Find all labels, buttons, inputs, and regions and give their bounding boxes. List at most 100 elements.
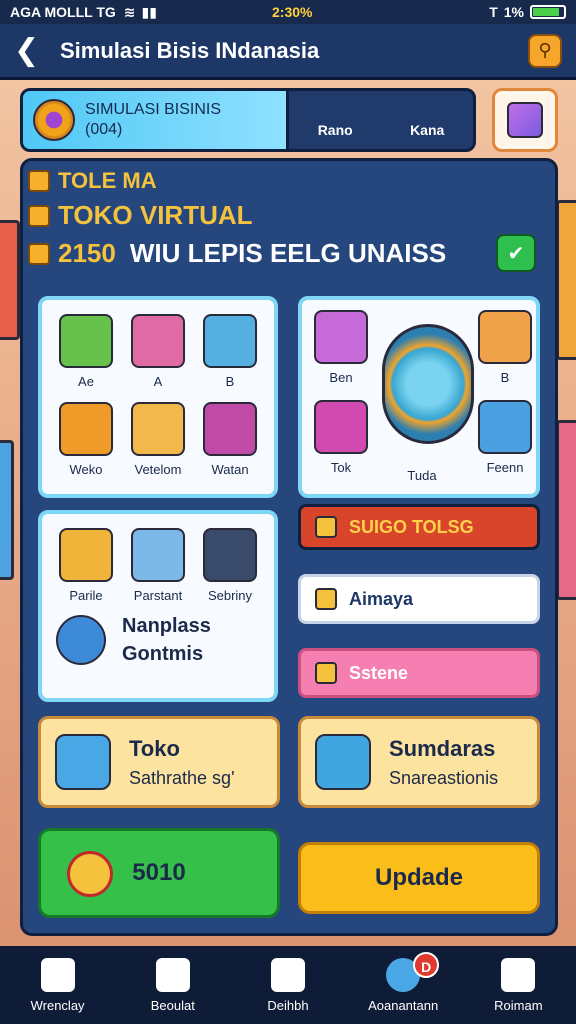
watch-icon[interactable] bbox=[382, 324, 474, 444]
profile-icon bbox=[501, 957, 536, 992]
notification-badge: D bbox=[413, 951, 440, 978]
grid-item[interactable]: A bbox=[122, 310, 194, 398]
page-title: Simulasi Bisis INdanasia bbox=[60, 37, 320, 63]
score-button[interactable]: 5010 bbox=[38, 828, 280, 918]
grid-item[interactable]: Parstant bbox=[122, 524, 194, 612]
sumdaras-subtitle: Snareastionis bbox=[389, 767, 499, 788]
flag-icon bbox=[28, 170, 50, 192]
nav-item-chat[interactable]: D Aoanantann bbox=[353, 951, 453, 1013]
tab-rano[interactable]: Rano bbox=[318, 122, 353, 138]
upgrade-button[interactable]: Updade bbox=[298, 842, 540, 914]
grid-item[interactable]: Ben bbox=[306, 306, 376, 394]
tag-icon bbox=[28, 204, 50, 227]
phone-icon bbox=[203, 528, 257, 582]
item-card-3: Parile Parstant Sebriny Nanplass Gontmis bbox=[38, 510, 278, 702]
upgrade-label: Updade bbox=[374, 864, 463, 891]
bus-icon bbox=[131, 314, 185, 368]
banner-subtitle: (004) bbox=[85, 121, 123, 138]
info-line-1: TOLE MA bbox=[28, 168, 157, 194]
info-line-3-text: WIU LEPIS EELG UNAISS bbox=[129, 238, 447, 268]
grid-icon bbox=[270, 957, 305, 992]
package-icon bbox=[59, 528, 113, 582]
bag-icon bbox=[314, 310, 368, 364]
grid-item[interactable]: Watan bbox=[194, 398, 266, 486]
nav-item-profile[interactable]: Roimam bbox=[468, 957, 568, 1013]
signal-type-label: T bbox=[489, 4, 498, 20]
star-badge-icon bbox=[67, 851, 113, 897]
signal-icon: ▮▮ bbox=[141, 3, 157, 20]
score-value: 5010 bbox=[132, 859, 186, 886]
nav-item-shop[interactable]: Beoulat bbox=[123, 957, 223, 1013]
app-header: ❮ Simulasi Bisis INdanasia ⚲ bbox=[0, 24, 576, 80]
magnifier-gear-icon bbox=[56, 615, 106, 665]
success-tools-button[interactable]: SUIGO TOLSG bbox=[298, 504, 540, 550]
cart-icon bbox=[314, 400, 368, 454]
grid-item[interactable]: Vetelom bbox=[122, 398, 194, 486]
info-line-1-text: TOLE MA bbox=[58, 168, 157, 193]
grid-item[interactable]: Weko bbox=[50, 398, 122, 486]
info-line-3: 2150 WIU LEPIS EELG UNAISS bbox=[28, 238, 446, 269]
tools-button[interactable] bbox=[492, 88, 558, 152]
grid-item[interactable]: Ae bbox=[50, 310, 122, 398]
box-icon bbox=[478, 310, 532, 364]
stall-icon bbox=[203, 314, 257, 368]
building-decoration bbox=[556, 200, 576, 360]
verify-button[interactable]: ✔ bbox=[496, 234, 536, 272]
counter-icon bbox=[131, 402, 185, 456]
item-card-1: Ae A B Weko Vetelom Watan bbox=[38, 296, 278, 498]
toko-card[interactable]: Toko Sathrathe sg' bbox=[38, 716, 280, 808]
settings-button[interactable]: ⚲ bbox=[528, 33, 562, 68]
building-decoration bbox=[0, 220, 20, 340]
toko-title: Toko bbox=[129, 735, 180, 761]
analysis-title: Nanplass bbox=[122, 615, 211, 637]
nav-item-home[interactable]: Wrenclay bbox=[8, 957, 108, 1013]
sstene-button[interactable]: Sstene bbox=[298, 648, 540, 698]
star-icon bbox=[315, 588, 337, 610]
grid-item[interactable]: B bbox=[470, 306, 540, 394]
jar-icon bbox=[59, 402, 113, 456]
clock-time: 2:30% bbox=[272, 4, 313, 20]
grid-item[interactable]: Parile bbox=[50, 524, 122, 612]
device-icon bbox=[478, 400, 532, 454]
check-badge-icon bbox=[315, 516, 337, 538]
nav-item-grid[interactable]: Deihbh bbox=[238, 957, 338, 1013]
aimaya-button[interactable]: Aimaya bbox=[298, 574, 540, 624]
balance-value: 2150 bbox=[58, 238, 116, 268]
grid-item[interactable]: Tok bbox=[306, 396, 376, 484]
grid-item[interactable]: Feenn bbox=[470, 396, 540, 484]
bottom-navigation: Wrenclay Beoulat Deihbh D Aoanantann Roi… bbox=[0, 946, 576, 1024]
camera-icon bbox=[315, 734, 371, 790]
grid-item[interactable]: B bbox=[194, 310, 266, 398]
analysis-subtitle: Gontmis bbox=[122, 643, 204, 665]
plant-shop-icon bbox=[203, 402, 257, 456]
sumdaras-title: Sumdaras bbox=[389, 735, 496, 761]
cash-register-icon bbox=[59, 314, 113, 368]
tab-kana[interactable]: Kana bbox=[410, 122, 444, 138]
battery-icon bbox=[530, 5, 566, 19]
info-line-2-text: TOKO VIRTUAL bbox=[58, 200, 253, 230]
building-decoration bbox=[0, 440, 14, 580]
info-line-2: TOKO VIRTUAL bbox=[28, 200, 253, 231]
back-button[interactable]: ❮ bbox=[14, 33, 50, 68]
carrier-label: AGA MOLLL TG bbox=[10, 4, 116, 20]
gear-icon bbox=[33, 99, 75, 141]
banner-title: SIMULASI BISINIS bbox=[85, 101, 222, 118]
store-icon bbox=[131, 528, 185, 582]
house-icon bbox=[155, 957, 190, 992]
status-bar: AGA MOLLL TG ≋ ▮▮ 2:30% T 1% bbox=[0, 0, 576, 24]
item-card-2: Ben B Tok Tuda Feenn bbox=[298, 296, 540, 498]
coin-icon bbox=[28, 242, 50, 265]
analysis-row[interactable]: Nanplass Gontmis bbox=[42, 612, 274, 668]
key-icon: ⚲ bbox=[538, 40, 552, 60]
banner-title-block[interactable]: SIMULASI BISINIS (004) bbox=[23, 91, 289, 149]
home-icon bbox=[40, 957, 75, 992]
watch-label: Tuda bbox=[407, 468, 437, 483]
battery-percent: 1% bbox=[503, 4, 524, 20]
tool-icon bbox=[507, 102, 543, 138]
toko-icon bbox=[55, 734, 111, 790]
toko-subtitle: Sathrathe sg' bbox=[129, 767, 235, 788]
sumdaras-card[interactable]: Sumdaras Snareastionis bbox=[298, 716, 540, 808]
grid-item[interactable]: Sebriny bbox=[194, 524, 266, 612]
check-icon: ✔ bbox=[507, 242, 525, 265]
simulation-banner: SIMULASI BISINIS (004) Rano Kana bbox=[20, 88, 476, 152]
